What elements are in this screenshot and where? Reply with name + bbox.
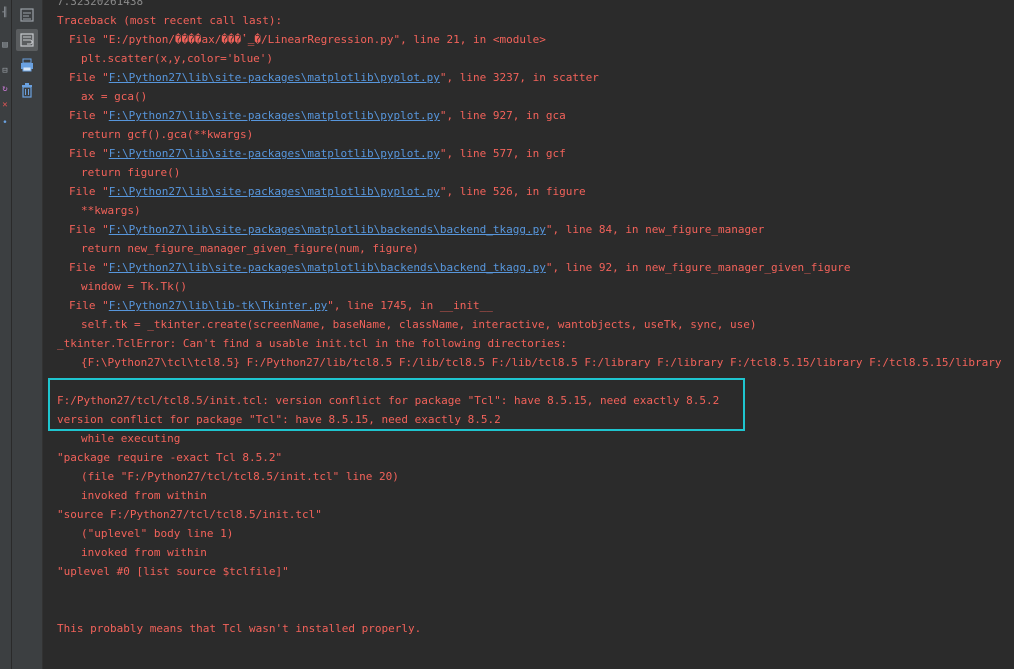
tcl-trace-line: ("uplevel" body line 1) <box>81 527 234 540</box>
error-line: version conflict for package "Tcl": have… <box>57 413 501 426</box>
traceback-code: return gcf().gca(**kwargs) <box>81 128 254 141</box>
tcl-trace-line: (file "F:/Python27/tcl/tcl8.5/init.tcl" … <box>81 470 399 483</box>
traceback-code: ax = gca() <box>81 90 148 103</box>
rerun-button[interactable] <box>16 4 38 26</box>
tcl-trace-line: "package require -exact Tcl 8.5.2" <box>57 451 283 464</box>
traceback-code: return new_figure_manager_given_figure(n… <box>81 242 419 255</box>
traceback-frame: File "F:\Python27\lib\site-packages\matp… <box>69 185 586 198</box>
sidebar-mark-3[interactable]: ⊟ <box>2 66 8 76</box>
sidebar-mark-1[interactable]: ╢ <box>2 8 8 18</box>
sidebar-mark-4[interactable]: ↻ <box>2 84 8 94</box>
traceback-header: Traceback (most recent call last): <box>57 14 283 27</box>
tcl-trace-line: "source F:/Python27/tcl/tcl8.5/init.tcl" <box>57 508 322 521</box>
traceback-frame: File "F:\Python27\lib\site-packages\matp… <box>69 71 599 84</box>
tcl-trace-line: invoked from within <box>81 546 207 559</box>
file-link[interactable]: F:\Python27\lib\site-packages\matplotlib… <box>109 261 546 274</box>
console-output[interactable]: 7.32320261438 Traceback (most recent cal… <box>43 0 1014 669</box>
final-error-message: This probably means that Tcl wasn't inst… <box>57 622 422 635</box>
soft-wrap-icon <box>20 33 34 47</box>
traceback-code: self.tk = _tkinter.create(screenName, ba… <box>81 318 757 331</box>
traceback-code: return figure() <box>81 166 181 179</box>
trash-icon <box>22 83 32 98</box>
traceback-frame: File "F:\Python27\lib\site-packages\matp… <box>69 109 566 122</box>
file-link[interactable]: F:\Python27\lib\site-packages\matplotlib… <box>109 147 440 160</box>
error-message: _tkinter.TclError: Can't find a usable i… <box>57 337 567 350</box>
traceback-code: **kwargs) <box>81 204 141 217</box>
sidebar-mark-6[interactable]: • <box>2 118 8 128</box>
error-directories: {F:\Python27\tcl\tcl8.5} F:/Python27/lib… <box>81 356 1002 369</box>
rerun-icon <box>20 8 34 22</box>
traceback-frame: File "F:\Python27\lib\site-packages\matp… <box>69 147 566 160</box>
run-toolbar <box>12 0 43 669</box>
console-line: 7.32320261438 <box>57 0 144 8</box>
tcl-trace-line: while executing <box>81 432 181 445</box>
traceback-frame: File "F:\Python27\lib\site-packages\matp… <box>69 223 765 236</box>
traceback-code: plt.scatter(x,y,color='blue') <box>81 52 274 65</box>
print-button[interactable] <box>16 54 38 76</box>
file-link[interactable]: F:\Python27\lib\site-packages\matplotlib… <box>109 71 440 84</box>
sidebar-mark-5[interactable]: ✕ <box>2 100 8 110</box>
soft-wrap-button[interactable] <box>16 29 38 51</box>
print-icon <box>21 58 33 72</box>
sidebar-mark-2[interactable]: ▤ <box>2 40 8 50</box>
file-link[interactable]: F:\Python27\lib\site-packages\matplotlib… <box>109 109 440 122</box>
traceback-code: window = Tk.Tk() <box>81 280 187 293</box>
tcl-trace-line: "uplevel #0 [list source $tclfile]" <box>57 565 289 578</box>
traceback-frame: File "F:\Python27\lib\site-packages\matp… <box>69 261 851 274</box>
file-link[interactable]: F:\Python27\lib\lib-tk\Tkinter.py <box>109 299 328 312</box>
file-link[interactable]: F:\Python27\lib\site-packages\matplotlib… <box>109 223 546 236</box>
error-line: F:/Python27/tcl/tcl8.5/init.tcl: version… <box>57 394 720 407</box>
tcl-trace-line: invoked from within <box>81 489 207 502</box>
traceback-frame: File "F:\Python27\lib\lib-tk\Tkinter.py"… <box>69 299 493 312</box>
traceback-frame: File "E:/python/����ax/���ʽ̳�/LinearRegr… <box>69 33 546 46</box>
file-link[interactable]: F:\Python27\lib\site-packages\matplotlib… <box>109 185 440 198</box>
left-tool-strip: ╢ ▤ ⊟ ↻ ✕ • <box>0 0 12 669</box>
clear-all-button[interactable] <box>16 79 38 101</box>
